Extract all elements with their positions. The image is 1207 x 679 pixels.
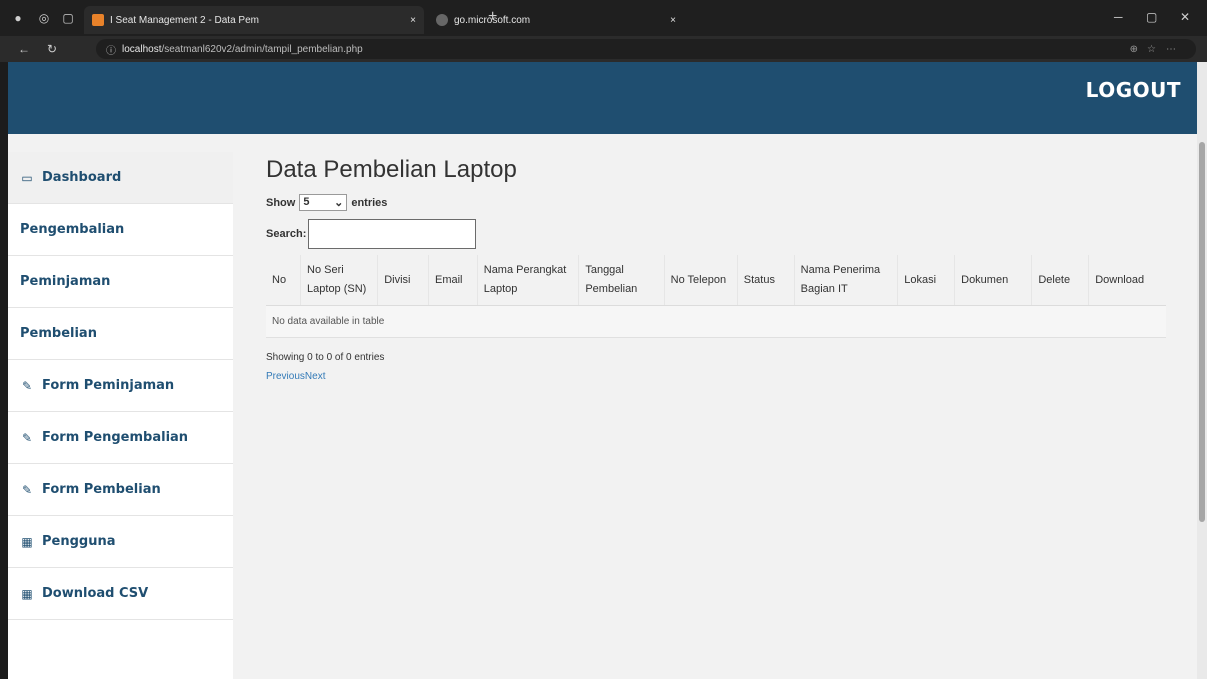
sidebar-item-label: Form Peminjaman bbox=[42, 378, 175, 393]
top-header: LOGOUT bbox=[8, 62, 1197, 134]
minimize-icon[interactable]: ─ bbox=[1114, 10, 1123, 24]
entries-control: Show 5 ⌄ entries bbox=[266, 194, 1166, 211]
column-header[interactable]: Dokumen bbox=[954, 255, 1033, 306]
table-icon: ▦ bbox=[21, 534, 33, 549]
tab-actions-icon[interactable]: ▢ bbox=[60, 10, 76, 26]
page-scrollbar[interactable] bbox=[1197, 62, 1207, 679]
column-header[interactable]: No bbox=[266, 255, 302, 306]
data-table: No No Seri Laptop (SN) Divisi Email Nama… bbox=[266, 255, 1166, 338]
sidebar-item-pembelian[interactable]: Pembelian bbox=[8, 308, 233, 360]
column-header[interactable]: Divisi bbox=[377, 255, 429, 306]
scrollbar-thumb[interactable] bbox=[1199, 142, 1205, 522]
zoom-icon[interactable]: ⊕ bbox=[1130, 44, 1138, 55]
sidebar-item-label: Peminjaman bbox=[20, 274, 111, 289]
empty-table-message: No data available in table bbox=[266, 305, 1166, 338]
info-icon[interactable]: ⓘ bbox=[106, 42, 116, 57]
url-host: localhost bbox=[122, 43, 162, 55]
column-header[interactable]: No Seri Laptop (SN) bbox=[300, 255, 379, 306]
sidebar-item-label: Download CSV bbox=[42, 586, 149, 601]
previous-link[interactable]: Previous bbox=[266, 371, 305, 382]
column-header[interactable]: No Telepon bbox=[664, 255, 738, 306]
close-tab-icon[interactable]: × bbox=[410, 15, 416, 26]
column-header[interactable]: Status bbox=[737, 255, 795, 306]
logout-button[interactable]: LOGOUT bbox=[1086, 78, 1181, 102]
column-header[interactable]: Download bbox=[1088, 255, 1166, 306]
close-tab-icon[interactable]: × bbox=[670, 15, 676, 26]
sidebar: ▭ Dashboard Pengembalian Peminjaman Pemb… bbox=[8, 152, 233, 679]
entries-value: 5 bbox=[303, 196, 310, 208]
sidebar-item-form-pembelian[interactable]: ✎ Form Pembelian bbox=[8, 464, 233, 516]
page-viewport: LOGOUT ▭ Dashboard Pengembalian Peminjam… bbox=[8, 62, 1197, 679]
column-header[interactable]: Delete bbox=[1031, 255, 1090, 306]
sidebar-item-label: Pengguna bbox=[42, 534, 116, 549]
sidebar-item-label: Pengembalian bbox=[20, 222, 125, 237]
sidebar-item-label: Pembelian bbox=[20, 326, 97, 341]
entries-label: entries bbox=[351, 196, 388, 209]
search-control: Search: bbox=[266, 219, 1166, 249]
page-title: Data Pembelian Laptop bbox=[266, 156, 517, 183]
close-window-icon[interactable]: ✕ bbox=[1180, 10, 1190, 24]
workspaces-icon[interactable]: ◎ bbox=[36, 10, 52, 26]
microsoft-favicon-icon bbox=[436, 14, 448, 26]
browser-titlebar: ● ◎ ▢ I Seat Management 2 - Data Pem × g… bbox=[0, 0, 1207, 36]
edit-icon: ✎ bbox=[21, 378, 33, 393]
show-label: Show bbox=[266, 196, 296, 209]
table-row: No data available in table bbox=[266, 305, 1166, 338]
column-header[interactable]: Tanggal Pembelian bbox=[578, 255, 665, 306]
tab-seat-management[interactable]: I Seat Management 2 - Data Pem × bbox=[84, 6, 424, 34]
search-input[interactable] bbox=[308, 219, 477, 249]
column-header[interactable]: Nama Perangkat Laptop bbox=[477, 255, 580, 306]
table-info: Showing 0 to 0 of 0 entries bbox=[266, 352, 385, 363]
sidebar-item-label: Dashboard bbox=[42, 170, 122, 185]
refresh-icon[interactable]: ↻ bbox=[44, 41, 60, 57]
pagination: PreviousNext bbox=[266, 371, 1166, 382]
entries-select[interactable]: 5 ⌄ bbox=[299, 194, 348, 211]
url-path: /seatmanl620v2/admin/tampil_pembelian.ph… bbox=[161, 43, 363, 55]
tab-microsoft[interactable]: go.microsoft.com × bbox=[436, 6, 676, 34]
sidebar-item-form-pengembalian[interactable]: ✎ Form Pengembalian bbox=[8, 412, 233, 464]
edit-icon: ✎ bbox=[21, 482, 33, 497]
profile-icon[interactable]: ● bbox=[10, 10, 26, 26]
url-field[interactable]: ⓘ localhost /seatmanl620v2/admin/tampil_… bbox=[96, 39, 1196, 59]
sidebar-item-dashboard[interactable]: ▭ Dashboard bbox=[8, 152, 233, 204]
table-icon: ▦ bbox=[21, 586, 33, 601]
sidebar-item-download-csv[interactable]: ▦ Download CSV bbox=[8, 568, 233, 620]
sidebar-item-label: Form Pembelian bbox=[42, 482, 161, 497]
sidebar-item-peminjaman[interactable]: Peminjaman bbox=[8, 256, 233, 308]
back-icon[interactable]: ← bbox=[16, 41, 32, 57]
collections-icon[interactable]: ⋯ bbox=[1166, 44, 1176, 55]
main-content: Data Pembelian Laptop Show 5 ⌄ entries S… bbox=[266, 152, 1166, 382]
table-header-row: No No Seri Laptop (SN) Divisi Email Nama… bbox=[266, 255, 1166, 306]
column-header[interactable]: Nama Penerima Bagian IT bbox=[794, 255, 899, 306]
next-link[interactable]: Next bbox=[305, 371, 326, 382]
chevron-down-icon: ⌄ bbox=[334, 197, 344, 209]
edit-icon: ✎ bbox=[21, 430, 33, 445]
monitor-icon: ▭ bbox=[21, 170, 33, 185]
column-header[interactable]: Email bbox=[428, 255, 478, 306]
column-header[interactable]: Lokasi bbox=[897, 255, 956, 306]
favorite-star-icon[interactable]: ☆ bbox=[1147, 44, 1156, 55]
sidebar-item-form-peminjaman[interactable]: ✎ Form Peminjaman bbox=[8, 360, 233, 412]
sidebar-item-pengguna[interactable]: ▦ Pengguna bbox=[8, 516, 233, 568]
search-label: Search: bbox=[266, 228, 307, 240]
seat-favicon-icon bbox=[92, 14, 104, 26]
sidebar-item-pengembalian[interactable]: Pengembalian bbox=[8, 204, 233, 256]
sidebar-item-label: Form Pengembalian bbox=[42, 430, 189, 445]
tab-title: I Seat Management 2 - Data Pem bbox=[110, 14, 259, 26]
new-tab-button[interactable]: + bbox=[488, 8, 497, 26]
maximize-icon[interactable]: ▢ bbox=[1146, 10, 1157, 24]
